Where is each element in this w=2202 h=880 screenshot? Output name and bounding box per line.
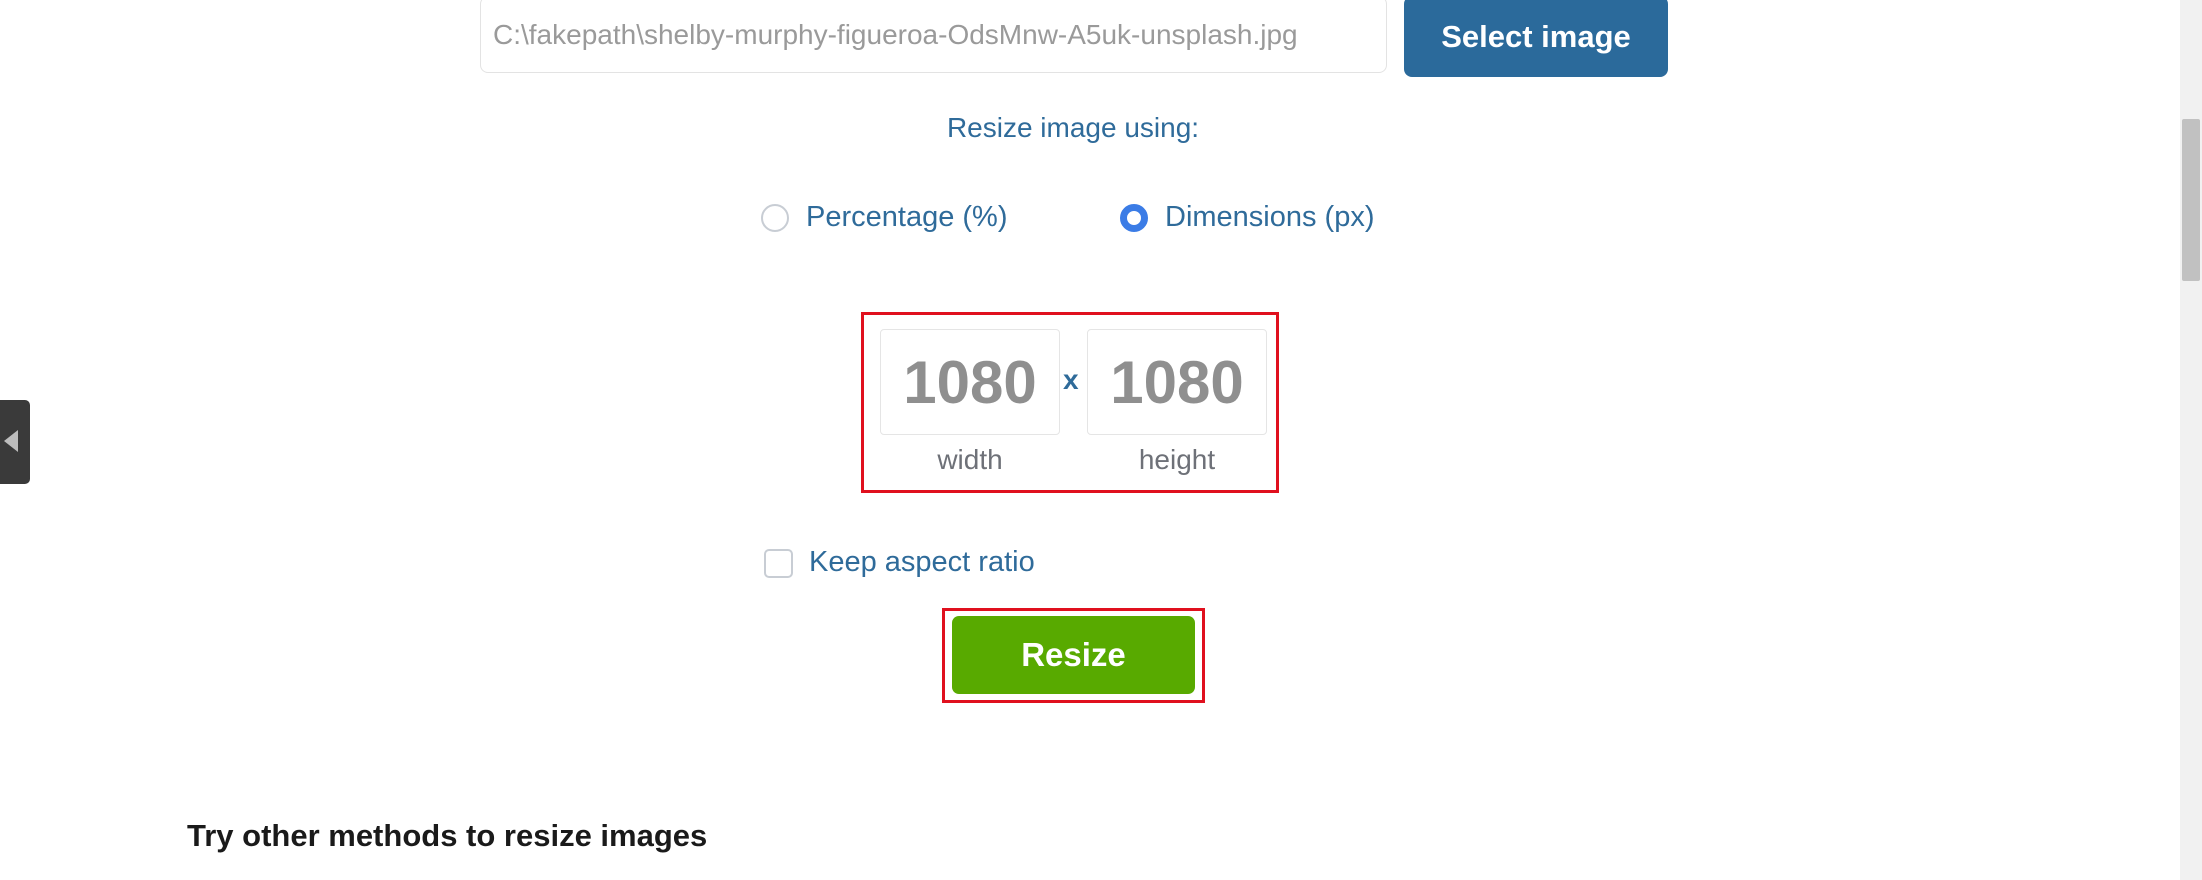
percentage-radio[interactable] — [761, 204, 789, 232]
width-label: width — [937, 444, 1003, 475]
dimensions-radio[interactable] — [1120, 204, 1148, 232]
other-methods-heading: Try other methods to resize images — [187, 818, 708, 853]
height-input[interactable]: 1080 — [1087, 329, 1267, 435]
width-input[interactable]: 1080 — [880, 329, 1060, 435]
caret-left-icon — [4, 430, 18, 452]
keep-aspect-ratio-label[interactable]: Keep aspect ratio — [809, 546, 1035, 579]
select-image-button[interactable]: Select image — [1404, 0, 1668, 77]
resize-method-label: Resize image using: — [946, 112, 1200, 143]
file-path-input[interactable]: C:\fakepath\shelby-murphy-figueroa-OdsMn… — [480, 0, 1387, 73]
percentage-radio-label[interactable]: Percentage (%) — [806, 201, 1008, 234]
resize-button[interactable]: Resize — [952, 616, 1195, 694]
side-panel-toggle[interactable] — [0, 400, 30, 484]
dimensions-radio-label[interactable]: Dimensions (px) — [1165, 201, 1375, 234]
keep-aspect-ratio-checkbox[interactable] — [764, 549, 793, 578]
scrollbar-thumb[interactable] — [2182, 119, 2200, 281]
dimension-separator: x — [1063, 364, 1079, 395]
height-label: height — [1138, 444, 1216, 475]
